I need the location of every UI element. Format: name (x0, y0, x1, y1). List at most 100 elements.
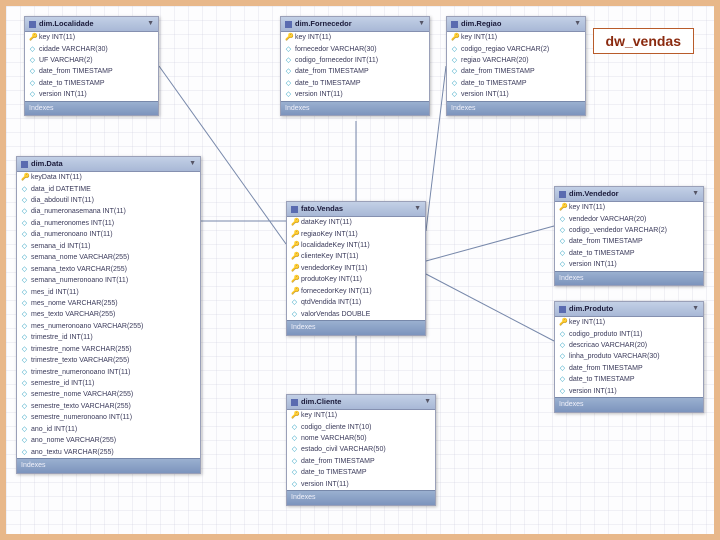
column-row[interactable]: ◇date_from TIMESTAMP (555, 363, 703, 374)
table-dimLocalidade[interactable]: dim.Localidade▼🔑key INT(11)◇cidade VARCH… (24, 16, 159, 116)
column-row[interactable]: ◇version INT(11) (287, 479, 435, 490)
column-row[interactable]: 🔑vendedorKey INT(11) (287, 263, 425, 274)
column-row[interactable]: 🔑key INT(11) (281, 32, 429, 43)
column-row[interactable]: ◇date_to TIMESTAMP (287, 467, 435, 478)
chevron-down-icon[interactable]: ▼ (189, 159, 196, 168)
column-row[interactable]: 🔑dataKey INT(11) (287, 217, 425, 228)
table-dimData[interactable]: dim.Data▼🔑keyData INT(11)◇data_id DATETI… (16, 156, 201, 474)
indexes-footer[interactable]: Indexes (17, 458, 200, 472)
column-row[interactable]: ◇mes_texto VARCHAR(255) (17, 309, 200, 320)
column-row[interactable]: ◇mes_id INT(11) (17, 287, 200, 298)
column-row[interactable]: ◇version INT(11) (555, 259, 703, 270)
column-row[interactable]: 🔑fornecedorKey INT(11) (287, 286, 425, 297)
column-row[interactable]: ◇codigo_vendedor VARCHAR(2) (555, 225, 703, 236)
column-row[interactable]: ◇dia_numeronoano INT(11) (17, 229, 200, 240)
chevron-down-icon[interactable]: ▼ (414, 204, 421, 213)
chevron-down-icon[interactable]: ▼ (147, 19, 154, 28)
column-row[interactable]: ◇codigo_fornecedor INT(11) (281, 55, 429, 66)
column-row[interactable]: ◇version INT(11) (555, 386, 703, 397)
column-row[interactable]: ◇data_id DATETIME (17, 184, 200, 195)
chevron-down-icon[interactable]: ▼ (692, 189, 699, 198)
table-header[interactable]: dim.Produto▼ (555, 302, 703, 317)
indexes-footer[interactable]: Indexes (25, 101, 158, 115)
column-row[interactable]: ◇date_from TIMESTAMP (281, 66, 429, 77)
column-row[interactable]: ◇semana_nome VARCHAR(255) (17, 252, 200, 263)
column-row[interactable]: ◇semana_numeronoano INT(11) (17, 275, 200, 286)
column-row[interactable]: ◇version INT(11) (25, 89, 158, 100)
chevron-down-icon[interactable]: ▼ (418, 19, 425, 28)
table-dimCliente[interactable]: dim.Cliente▼🔑key INT(11)◇codigo_cliente … (286, 394, 436, 506)
column-row[interactable]: ◇linha_produto VARCHAR(30) (555, 351, 703, 362)
indexes-footer[interactable]: Indexes (555, 397, 703, 411)
column-row[interactable]: 🔑key INT(11) (555, 202, 703, 213)
column-row[interactable]: ◇mes_nome VARCHAR(255) (17, 298, 200, 309)
column-row[interactable]: ◇codigo_regiao VARCHAR(2) (447, 44, 585, 55)
column-row[interactable]: ◇date_from TIMESTAMP (555, 236, 703, 247)
column-row[interactable]: ◇date_to TIMESTAMP (555, 374, 703, 385)
chevron-down-icon[interactable]: ▼ (692, 304, 699, 313)
table-dimFornecedor[interactable]: dim.Fornecedor▼🔑key INT(11)◇fornecedor V… (280, 16, 430, 116)
column-row[interactable]: 🔑produtoKey INT(11) (287, 274, 425, 285)
column-row[interactable]: ◇semana_id INT(11) (17, 241, 200, 252)
column-row[interactable]: ◇semestre_id INT(11) (17, 378, 200, 389)
column-row[interactable]: ◇regiao VARCHAR(20) (447, 55, 585, 66)
column-row[interactable]: ◇dia_numeronomes INT(11) (17, 218, 200, 229)
indexes-footer[interactable]: Indexes (555, 271, 703, 285)
table-dimProduto[interactable]: dim.Produto▼🔑key INT(11)◇codigo_produto … (554, 301, 704, 413)
table-header[interactable]: dim.Cliente▼ (287, 395, 435, 410)
indexes-footer[interactable]: Indexes (447, 101, 585, 115)
column-row[interactable]: ◇codigo_cliente INT(10) (287, 422, 435, 433)
table-header[interactable]: dim.Regiao▼ (447, 17, 585, 32)
table-header[interactable]: dim.Localidade▼ (25, 17, 158, 32)
column-row[interactable]: ◇date_from TIMESTAMP (447, 66, 585, 77)
column-row[interactable]: ◇dia_abdoutil INT(11) (17, 195, 200, 206)
column-row[interactable]: 🔑localidadeKey INT(11) (287, 240, 425, 251)
column-row[interactable]: ◇date_to TIMESTAMP (281, 78, 429, 89)
table-dimRegiao[interactable]: dim.Regiao▼🔑key INT(11)◇codigo_regiao VA… (446, 16, 586, 116)
column-row[interactable]: ◇valorVendas DOUBLE (287, 309, 425, 320)
indexes-footer[interactable]: Indexes (287, 320, 425, 334)
table-header[interactable]: fato.Vendas▼ (287, 202, 425, 217)
column-row[interactable]: ◇trimestre_numeronoano INT(11) (17, 367, 200, 378)
indexes-footer[interactable]: Indexes (287, 490, 435, 504)
column-row[interactable]: ◇mes_numeronoano VARCHAR(255) (17, 321, 200, 332)
column-row[interactable]: ◇ano_nome VARCHAR(255) (17, 435, 200, 446)
column-row[interactable]: ◇UF VARCHAR(2) (25, 55, 158, 66)
column-row[interactable]: ◇semestre_texto VARCHAR(255) (17, 401, 200, 412)
table-dimVendedor[interactable]: dim.Vendedor▼🔑key INT(11)◇vendedor VARCH… (554, 186, 704, 286)
column-row[interactable]: ◇ano_textu VARCHAR(255) (17, 447, 200, 458)
column-row[interactable]: ◇date_to TIMESTAMP (447, 78, 585, 89)
column-row[interactable]: ◇date_to TIMESTAMP (555, 248, 703, 259)
column-row[interactable]: ◇date_from TIMESTAMP (287, 456, 435, 467)
column-row[interactable]: ◇cidade VARCHAR(30) (25, 44, 158, 55)
column-row[interactable]: ◇semestre_nome VARCHAR(255) (17, 389, 200, 400)
column-row[interactable]: 🔑key INT(11) (287, 410, 435, 421)
column-row[interactable]: ◇version INT(11) (447, 89, 585, 100)
table-header[interactable]: dim.Vendedor▼ (555, 187, 703, 202)
column-row[interactable]: ◇trimestre_id INT(11) (17, 332, 200, 343)
column-row[interactable]: 🔑keyData INT(11) (17, 172, 200, 183)
column-row[interactable]: ◇fornecedor VARCHAR(30) (281, 44, 429, 55)
column-row[interactable]: ◇estado_civil VARCHAR(50) (287, 444, 435, 455)
indexes-footer[interactable]: Indexes (281, 101, 429, 115)
column-row[interactable]: 🔑regiaoKey INT(11) (287, 229, 425, 240)
column-row[interactable]: 🔑key INT(11) (25, 32, 158, 43)
column-row[interactable]: ◇date_from TIMESTAMP (25, 66, 158, 77)
column-row[interactable]: ◇date_to TIMESTAMP (25, 78, 158, 89)
chevron-down-icon[interactable]: ▼ (574, 19, 581, 28)
column-row[interactable]: ◇dia_numeronasemana INT(11) (17, 206, 200, 217)
column-row[interactable]: 🔑clienteKey INT(11) (287, 251, 425, 262)
column-row[interactable]: ◇ano_id INT(11) (17, 424, 200, 435)
column-row[interactable]: ◇descricao VARCHAR(20) (555, 340, 703, 351)
column-row[interactable]: ◇semestre_numeronoano INT(11) (17, 412, 200, 423)
column-row[interactable]: ◇codigo_produto INT(11) (555, 329, 703, 340)
column-row[interactable]: ◇version INT(11) (281, 89, 429, 100)
column-row[interactable]: ◇semana_texto VARCHAR(255) (17, 264, 200, 275)
table-header[interactable]: dim.Data▼ (17, 157, 200, 172)
column-row[interactable]: 🔑key INT(11) (447, 32, 585, 43)
table-header[interactable]: dim.Fornecedor▼ (281, 17, 429, 32)
column-row[interactable]: ◇nome VARCHAR(50) (287, 433, 435, 444)
column-row[interactable]: ◇trimestre_nome VARCHAR(255) (17, 344, 200, 355)
column-row[interactable]: ◇vendedor VARCHAR(20) (555, 214, 703, 225)
table-fatoVendas[interactable]: fato.Vendas▼🔑dataKey INT(11)🔑regiaoKey I… (286, 201, 426, 336)
